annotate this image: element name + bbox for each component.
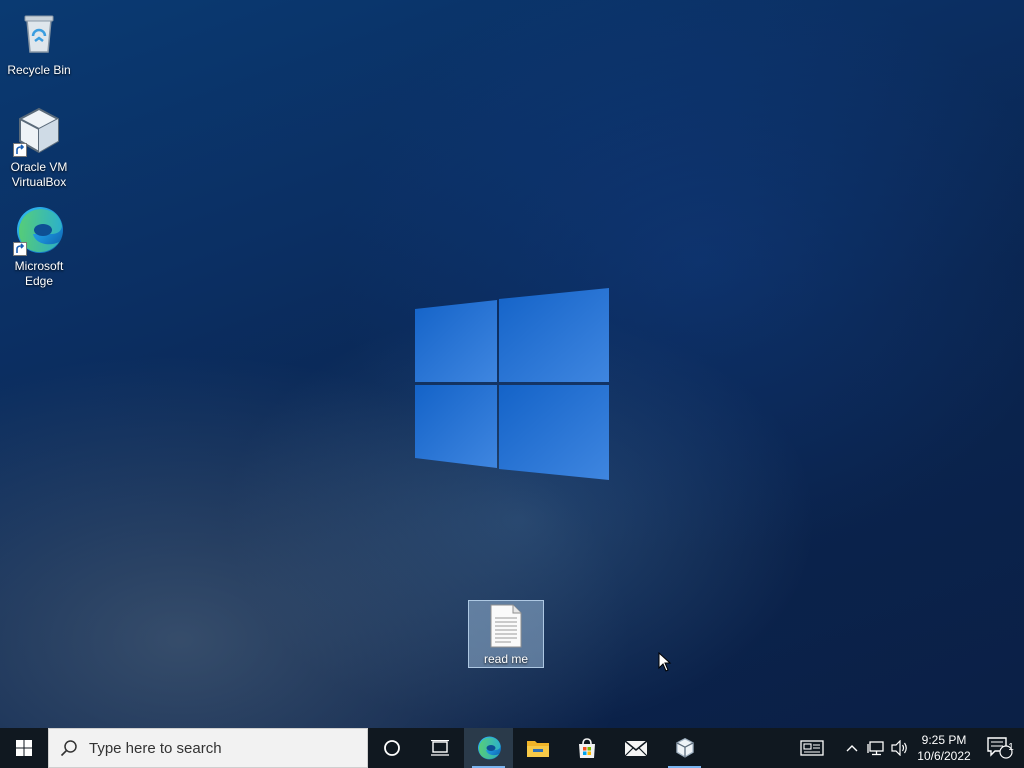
mouse-pointer-icon	[658, 651, 672, 672]
edge-icon	[477, 736, 501, 760]
action-center-button[interactable]: 1	[976, 728, 1024, 768]
clock[interactable]: 9:25 PM 10/6/2022	[912, 728, 976, 768]
taskbar-search-box[interactable]: Type here to search	[48, 728, 368, 768]
task-view-button[interactable]	[416, 728, 464, 768]
show-hidden-icons-button[interactable]	[840, 728, 864, 768]
virtualbox-icon	[13, 105, 65, 157]
clock-time: 9:25 PM	[921, 733, 967, 747]
notification-count: 1	[1008, 742, 1014, 753]
taskbar-app-edge[interactable]	[464, 728, 513, 768]
taskbar-app-virtualbox[interactable]	[660, 728, 709, 768]
desktop-icon-recycle-bin[interactable]: Recycle Bin	[1, 8, 77, 78]
desktop-icon-label: Oracle VM VirtualBox	[10, 160, 68, 189]
clock-date: 10/6/2022	[917, 749, 971, 763]
desktop-icon-virtualbox[interactable]: Oracle VM VirtualBox	[1, 105, 77, 190]
virtualbox-icon	[675, 737, 694, 758]
file-explorer-icon	[526, 741, 549, 757]
task-view-icon	[431, 740, 449, 756]
network-icon	[867, 741, 884, 756]
news-icon	[800, 740, 824, 756]
news-and-interests-button[interactable]	[792, 728, 832, 768]
search-icon	[49, 739, 89, 757]
windows-logo-wallpaper	[414, 287, 610, 481]
start-button[interactable]	[0, 728, 48, 768]
taskbar-app-file-explorer[interactable]	[513, 728, 562, 768]
shortcut-arrow-icon	[13, 143, 27, 157]
edge-icon	[13, 204, 65, 256]
desktop[interactable]: Recycle Bin Oracle VM VirtualBox Microso…	[0, 0, 1024, 728]
cortana-button[interactable]	[368, 728, 416, 768]
mail-icon	[623, 740, 648, 757]
recycle-bin-icon	[13, 8, 65, 60]
desktop-icon-label: Recycle Bin	[7, 63, 71, 77]
speaker-icon	[891, 740, 907, 756]
network-button[interactable]	[864, 728, 888, 768]
desktop-icon-edge[interactable]: Microsoft Edge	[1, 204, 77, 289]
volume-button[interactable]	[888, 728, 912, 768]
chevron-up-icon	[846, 745, 858, 752]
desktop-icon-label: read me	[483, 652, 529, 666]
desktop-icon-read-me[interactable]: read me	[468, 600, 544, 668]
desktop-icon-label: Microsoft Edge	[14, 259, 64, 288]
text-document-icon	[486, 604, 526, 648]
store-icon	[578, 738, 595, 758]
windows-start-icon	[16, 740, 32, 756]
taskbar-app-mail[interactable]	[611, 728, 660, 768]
system-tray: 9:25 PM 10/6/2022 1	[792, 728, 1024, 768]
search-placeholder: Type here to search	[89, 739, 222, 757]
taskbar: Type here to search 9:25 PM 10/6/2022 1	[0, 728, 1024, 768]
cortana-circle-icon	[384, 740, 400, 756]
taskbar-app-store[interactable]	[562, 728, 611, 768]
shortcut-arrow-icon	[13, 242, 27, 256]
